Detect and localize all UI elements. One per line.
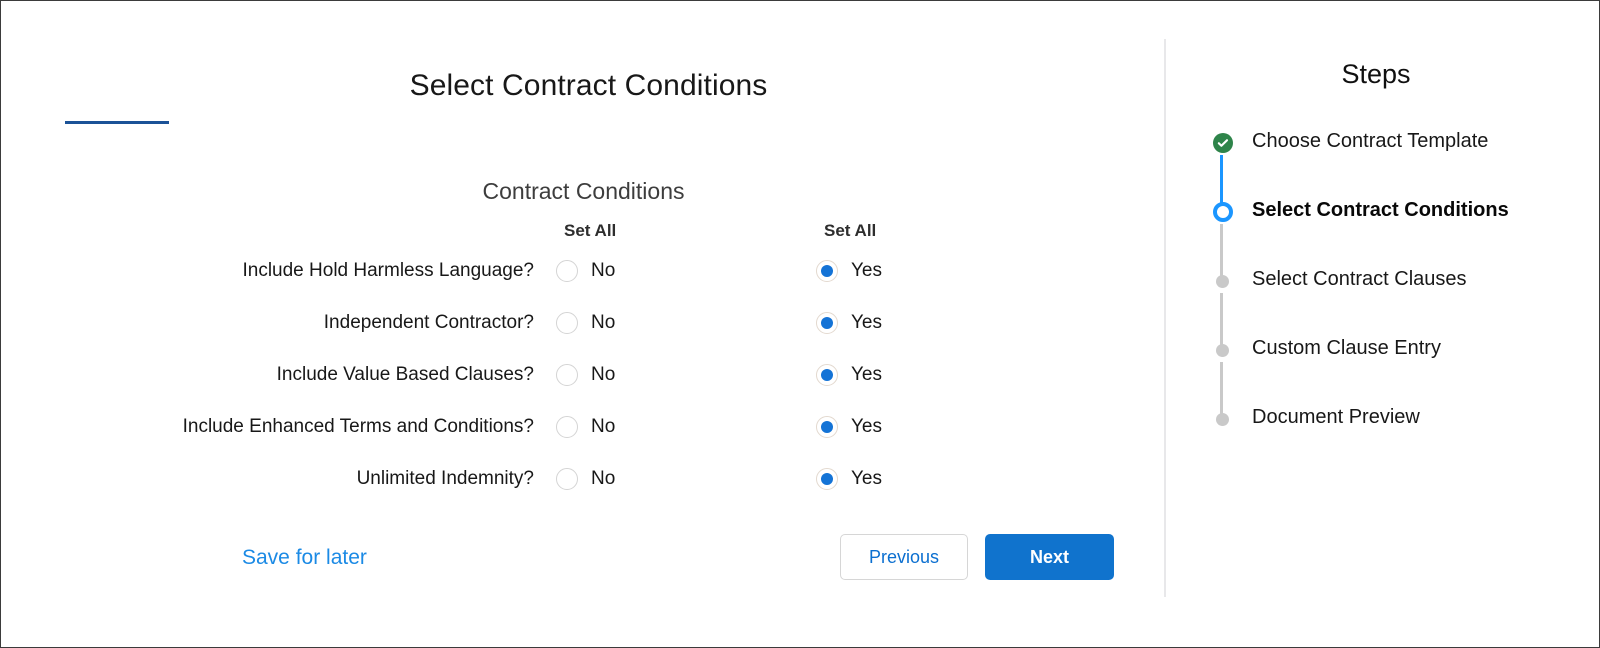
radio-no-icon[interactable]	[556, 468, 578, 490]
condition-question-label: Unlimited Indemnity?	[356, 468, 534, 489]
step-item-select-contract-conditions[interactable]: Select Contract Conditions	[1205, 199, 1599, 276]
section-title: Contract Conditions	[482, 178, 685, 204]
step-label: Custom Clause Entry	[1252, 337, 1441, 359]
radio-yes-label: Yes	[851, 260, 882, 281]
radio-yes-icon[interactable]	[816, 416, 838, 438]
condition-row: Independent Contractor? No Yes	[1, 297, 1101, 349]
wizard-actions: Save for later Previous Next	[1, 534, 1141, 586]
step-item-select-contract-clauses[interactable]: Select Contract Clauses	[1205, 268, 1599, 345]
save-for-later-link[interactable]: Save for later	[242, 546, 367, 570]
condition-question-label: Include Hold Harmless Language?	[242, 260, 534, 281]
radio-yes-label: Yes	[851, 468, 882, 489]
steps-heading: Steps	[1341, 59, 1411, 89]
page-title: Select Contract Conditions	[409, 69, 768, 102]
contract-conditions-group: Set All Set All Include Hold Harmless La…	[1, 217, 1101, 505]
radio-no-label: No	[591, 260, 616, 281]
wizard-screen: Select Contract Conditions Contract Cond…	[0, 0, 1600, 648]
condition-yes-option[interactable]: Yes	[816, 416, 1076, 438]
step-pending-dot-icon	[1216, 413, 1229, 426]
next-button[interactable]: Next	[985, 534, 1114, 580]
vertical-divider	[1164, 39, 1166, 597]
radio-yes-label: Yes	[851, 312, 882, 333]
condition-yes-option[interactable]: Yes	[816, 468, 1076, 490]
condition-no-option[interactable]: No	[556, 468, 816, 490]
condition-row: Include Enhanced Terms and Conditions? N…	[1, 401, 1101, 453]
condition-row: Unlimited Indemnity? No Yes	[1, 453, 1101, 505]
condition-no-option[interactable]: No	[556, 364, 816, 386]
step-connector	[1220, 362, 1223, 414]
condition-row: Include Hold Harmless Language? No Yes	[1, 245, 1101, 297]
step-pending-dot-icon	[1216, 275, 1229, 288]
step-item-choose-contract-template[interactable]: Choose Contract Template	[1205, 130, 1599, 207]
condition-question-label: Independent Contractor?	[323, 312, 534, 333]
radio-yes-label: Yes	[851, 364, 882, 385]
radio-yes-icon[interactable]	[816, 312, 838, 334]
set-all-header-row: Set All Set All	[1, 217, 1101, 245]
radio-no-label: No	[591, 468, 616, 489]
step-connector	[1220, 155, 1223, 207]
step-connector	[1220, 224, 1223, 276]
radio-no-label: No	[591, 416, 616, 437]
radio-no-icon[interactable]	[556, 416, 578, 438]
condition-no-option[interactable]: No	[556, 312, 816, 334]
step-label: Choose Contract Template	[1252, 130, 1489, 152]
condition-question-label: Include Value Based Clauses?	[276, 364, 534, 385]
step-item-custom-clause-entry[interactable]: Custom Clause Entry	[1205, 337, 1599, 414]
previous-button[interactable]: Previous	[840, 534, 968, 580]
radio-no-icon[interactable]	[556, 364, 578, 386]
radio-yes-icon[interactable]	[816, 364, 838, 386]
step-connector	[1220, 293, 1223, 345]
condition-row: Include Value Based Clauses? No Yes	[1, 349, 1101, 401]
set-all-yes-column-header: Set All	[816, 221, 1076, 241]
step-complete-check-icon	[1213, 133, 1233, 153]
radio-no-label: No	[591, 364, 616, 385]
steps-pane: Steps Choose Contract Template Select Co…	[1167, 1, 1599, 647]
condition-yes-option[interactable]: Yes	[816, 364, 1076, 386]
progress-underline	[65, 121, 169, 124]
step-pending-dot-icon	[1216, 344, 1229, 357]
set-all-yes-label: Set All	[824, 221, 877, 240]
condition-no-option[interactable]: No	[556, 416, 816, 438]
radio-no-icon[interactable]	[556, 312, 578, 334]
set-all-no-label: Set All	[564, 221, 617, 240]
step-item-document-preview[interactable]: Document Preview	[1205, 406, 1599, 439]
radio-yes-label: Yes	[851, 416, 882, 437]
condition-yes-option[interactable]: Yes	[816, 260, 1076, 282]
set-all-no-column-header: Set All	[556, 221, 816, 241]
radio-no-icon[interactable]	[556, 260, 578, 282]
wizard-main-pane: Select Contract Conditions Contract Cond…	[1, 1, 1187, 647]
steps-list: Choose Contract Template Select Contract…	[1205, 130, 1599, 439]
condition-question-label: Include Enhanced Terms and Conditions?	[182, 416, 534, 437]
condition-yes-option[interactable]: Yes	[816, 312, 1076, 334]
radio-no-label: No	[591, 312, 616, 333]
step-current-ring-icon	[1213, 202, 1233, 222]
step-label: Select Contract Conditions	[1252, 199, 1509, 221]
step-label: Document Preview	[1252, 406, 1420, 428]
condition-no-option[interactable]: No	[556, 260, 816, 282]
radio-yes-icon[interactable]	[816, 260, 838, 282]
radio-yes-icon[interactable]	[816, 468, 838, 490]
step-label: Select Contract Clauses	[1252, 268, 1467, 290]
